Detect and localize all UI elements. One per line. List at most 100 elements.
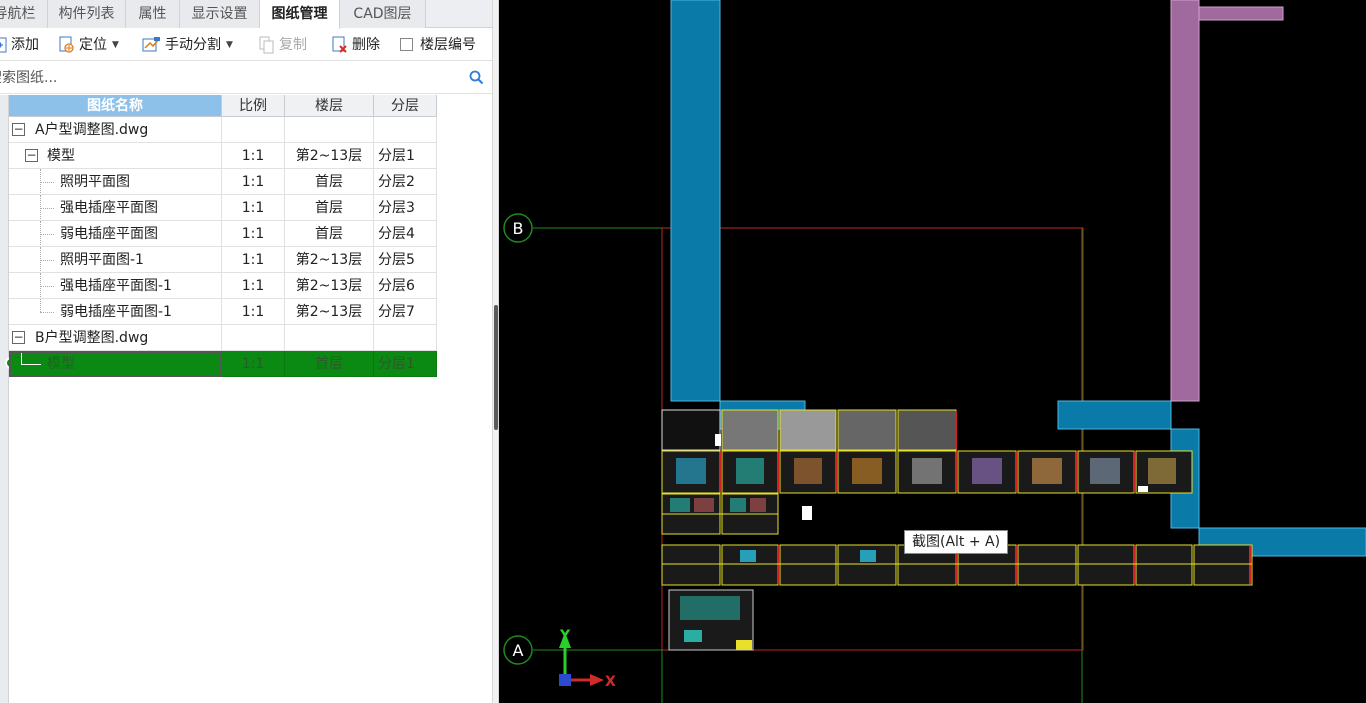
row-selector-gutter bbox=[0, 95, 9, 703]
drawing-name-cell: 弱电插座平面图-1 bbox=[9, 299, 222, 325]
drawing-name-cell: 照明平面图 bbox=[9, 169, 222, 195]
tab-display-settings[interactable]: 显示设置 bbox=[180, 0, 260, 28]
drawing-management-panel: 导航栏 构件列表 属性 显示设置 图纸管理 CAD图层 添加 定位 ▼ 手动分割 ▼… bbox=[0, 0, 492, 703]
drawing-name-cell: 弱电插座平面图 bbox=[9, 221, 222, 247]
scale-cell bbox=[222, 117, 285, 143]
delete-icon bbox=[332, 36, 347, 53]
drawing-sheet bbox=[837, 409, 897, 451]
floor-cell bbox=[285, 325, 374, 351]
layer-cell: 分层1 bbox=[374, 351, 437, 377]
splitter-grip[interactable] bbox=[494, 305, 498, 430]
tab-cad-layers[interactable]: CAD图层 bbox=[340, 0, 426, 28]
column-header-layer[interactable]: 分层 bbox=[374, 95, 437, 117]
floor-cell: 首层 bbox=[285, 351, 374, 377]
column-header-scale[interactable]: 比例 bbox=[222, 95, 285, 117]
scale-cell: 1:1 bbox=[222, 169, 285, 195]
cad-drawing: B A Y X bbox=[503, 0, 1366, 703]
table-row[interactable]: 强电插座平面图-1 1:1 第2~13层 分层6 bbox=[9, 273, 437, 299]
search-icon[interactable] bbox=[469, 70, 484, 85]
floor-number-checkbox[interactable] bbox=[400, 37, 413, 51]
layer-cell bbox=[374, 117, 437, 143]
scale-cell: 1:1 bbox=[222, 143, 285, 169]
table-row[interactable]: 照明平面图-1 1:1 第2~13层 分层5 bbox=[9, 247, 437, 273]
collapse-icon[interactable]: − bbox=[12, 123, 25, 136]
delete-button[interactable]: 删除 bbox=[331, 34, 380, 56]
panel-tabs: 导航栏 构件列表 属性 显示设置 图纸管理 CAD图层 bbox=[0, 0, 492, 29]
floor-cell bbox=[285, 117, 374, 143]
delete-button-label: 删除 bbox=[352, 37, 380, 53]
panel-splitter[interactable] bbox=[492, 0, 499, 703]
floor-cell: 首层 bbox=[285, 195, 374, 221]
drawing-name: 模型 bbox=[47, 148, 75, 164]
copy-icon bbox=[259, 36, 274, 54]
floor-cell: 首层 bbox=[285, 221, 374, 247]
tree-connector bbox=[40, 299, 41, 312]
floor-number-toggle[interactable]: 楼层编号 bbox=[400, 34, 476, 56]
drawing-name-cell: 模型 bbox=[9, 351, 222, 377]
locate-dropdown-icon[interactable]: ▼ bbox=[112, 34, 119, 56]
drawing-name-cell: 强电插座平面图-1 bbox=[9, 273, 222, 299]
tab-navigation[interactable]: 导航栏 bbox=[0, 0, 48, 28]
table-row[interactable]: − B户型调整图.dwg bbox=[9, 325, 437, 351]
floor-cell: 第2~13层 bbox=[285, 273, 374, 299]
layer-cell: 分层7 bbox=[374, 299, 437, 325]
ucs-y-label: Y bbox=[559, 628, 571, 644]
drawing-sheet bbox=[661, 544, 721, 586]
floor-cell: 首层 bbox=[285, 169, 374, 195]
column-header-floor[interactable]: 楼层 bbox=[285, 95, 374, 117]
manual-split-button[interactable]: 手动分割 ▼ bbox=[142, 34, 233, 56]
drawing-name: 照明平面图 bbox=[60, 174, 130, 190]
drawing-sheet bbox=[1017, 544, 1077, 586]
axis-label-a: A bbox=[513, 641, 524, 660]
table-row-selected[interactable]: 模型 1:1 首层 分层1 bbox=[5, 351, 437, 377]
floor-cell: 第2~13层 bbox=[285, 143, 374, 169]
split-dropdown-icon[interactable]: ▼ bbox=[226, 34, 233, 56]
locate-button[interactable]: 定位 ▼ bbox=[58, 34, 119, 56]
drawing-name-cell: 照明平面图-1 bbox=[9, 247, 222, 273]
tree-connector bbox=[40, 182, 54, 183]
layer-cell: 分层4 bbox=[374, 221, 437, 247]
sheet-row-1 bbox=[661, 409, 957, 451]
tab-drawing-management[interactable]: 图纸管理 bbox=[260, 0, 340, 29]
tree-connector bbox=[40, 312, 54, 313]
axis-label-b: B bbox=[513, 219, 524, 238]
add-button[interactable]: 添加 bbox=[0, 34, 39, 56]
tree-connector bbox=[40, 234, 54, 235]
layer-cell bbox=[374, 325, 437, 351]
drawing-sheet bbox=[897, 409, 957, 451]
blue-column bbox=[1057, 400, 1172, 430]
collapse-icon[interactable]: − bbox=[12, 331, 25, 344]
drawing-sheet bbox=[661, 409, 721, 451]
drawing-name: 强电插座平面图 bbox=[60, 200, 158, 216]
copy-button[interactable]: 复制 bbox=[258, 34, 307, 56]
tree-connector bbox=[40, 286, 54, 287]
floor-number-label: 楼层编号 bbox=[420, 37, 476, 53]
table-row[interactable]: 弱电插座平面图 1:1 首层 分层4 bbox=[9, 221, 437, 247]
cad-canvas[interactable]: B A Y X bbox=[499, 0, 1366, 703]
table-row[interactable]: − A户型调整图.dwg bbox=[9, 117, 437, 143]
ucs-icon: Y X bbox=[559, 628, 616, 690]
scale-cell: 1:1 bbox=[222, 221, 285, 247]
table-row[interactable]: 强电插座平面图 1:1 首层 分层3 bbox=[9, 195, 437, 221]
drawing-name: A户型调整图.dwg bbox=[35, 122, 149, 138]
tab-component-list[interactable]: 构件列表 bbox=[48, 0, 126, 28]
column-header-name[interactable]: 图纸名称 bbox=[9, 95, 222, 117]
drawing-name: 弱电插座平面图-1 bbox=[60, 304, 172, 320]
locate-icon bbox=[59, 36, 74, 53]
add-drawing-icon bbox=[0, 37, 7, 53]
table-row[interactable]: 照明平面图 1:1 首层 分层2 bbox=[9, 169, 437, 195]
manual-split-label: 手动分割 bbox=[165, 37, 221, 53]
drawing-name-cell: 强电插座平面图 bbox=[9, 195, 222, 221]
collapse-icon[interactable]: − bbox=[25, 149, 38, 162]
tree-connector bbox=[40, 208, 54, 209]
tab-properties[interactable]: 属性 bbox=[126, 0, 180, 28]
table-row[interactable]: 弱电插座平面图-1 1:1 第2~13层 分层7 bbox=[9, 299, 437, 325]
tree-connector bbox=[40, 260, 54, 261]
layer-cell: 分层3 bbox=[374, 195, 437, 221]
drawing-sheet bbox=[721, 409, 779, 451]
table-row[interactable]: − 模型 1:1 第2~13层 分层1 bbox=[9, 143, 437, 169]
drawing-search bbox=[0, 62, 492, 94]
blue-column bbox=[670, 0, 721, 402]
search-input[interactable] bbox=[0, 66, 458, 90]
floor-cell: 第2~13层 bbox=[285, 299, 374, 325]
